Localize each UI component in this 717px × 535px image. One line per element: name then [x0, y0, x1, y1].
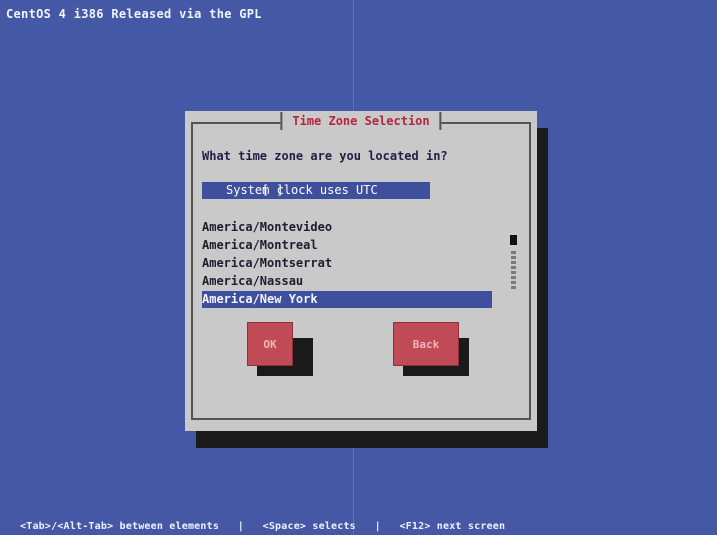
timezone-question: What time zone are you located in? — [202, 149, 448, 163]
timezone-dialog: Time Zone Selection What time zone are y… — [185, 111, 537, 431]
timezone-list-item[interactable]: America/Montevideo — [202, 219, 492, 236]
top-banner: CentOS 4 i386 Released via the GPL — [6, 7, 262, 21]
ok-button-container: OK — [185, 322, 313, 376]
ok-button[interactable]: OK — [247, 322, 293, 366]
list-scrollbar-icon[interactable] — [510, 235, 517, 291]
scrollbar-thumb[interactable] — [510, 235, 517, 245]
bottom-help: <Tab>/<Alt-Tab> between elements | <Spac… — [20, 521, 506, 532]
scrollbar-track[interactable] — [511, 251, 516, 289]
timezone-list-item[interactable]: America/Nassau — [202, 273, 492, 290]
dialog-title: Time Zone Selection — [280, 112, 442, 130]
utc-checkbox[interactable]: [ ] — [204, 165, 284, 216]
installer-screen: CentOS 4 i386 Released via the GPL Time … — [0, 0, 717, 535]
timezone-list-item[interactable]: America/Montreal — [202, 237, 492, 254]
back-button-container: Back — [393, 322, 469, 376]
timezone-list-item-selected[interactable]: America/New York — [202, 291, 492, 308]
utc-checkbox-row[interactable]: [ ] System clock uses UTC — [202, 182, 430, 199]
timezone-list-item[interactable]: America/Montserrat — [202, 255, 492, 272]
utc-checkbox-label: System clock uses UTC — [226, 183, 378, 197]
timezone-list[interactable]: America/Montevideo America/Montreal Amer… — [202, 219, 492, 309]
back-button[interactable]: Back — [393, 322, 459, 366]
